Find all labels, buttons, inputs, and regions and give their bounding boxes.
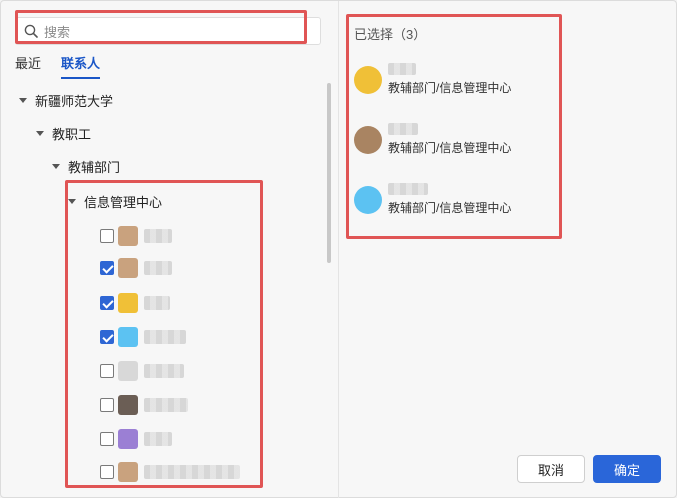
tree-label-department: 教辅部门	[68, 159, 121, 175]
avatar	[118, 395, 138, 415]
tree-label-center: 信息管理中心	[84, 194, 163, 210]
avatar	[118, 226, 138, 246]
contact-checkbox[interactable]	[100, 432, 114, 446]
selected-item[interactable]: 教辅部门/信息管理中心	[354, 183, 511, 216]
contact-name-blurred	[144, 261, 172, 275]
caret-down-icon[interactable]	[36, 130, 44, 136]
contact-checkbox[interactable]	[100, 229, 114, 243]
selected-dept: 教辅部门/信息管理中心	[388, 201, 512, 215]
search-input[interactable]	[44, 22, 314, 42]
selected-name-blurred	[388, 183, 428, 195]
tree-node-department[interactable]: 教辅部门	[52, 157, 120, 175]
tree-node-university[interactable]: 新疆师范大学	[19, 91, 113, 109]
panel-divider	[338, 1, 339, 498]
tab-contacts[interactable]: 联系人	[61, 57, 101, 79]
avatar	[118, 258, 138, 278]
contact-checkbox[interactable]	[100, 465, 114, 479]
avatar	[118, 361, 138, 381]
contact-row[interactable]	[100, 292, 170, 314]
selected-title: 已选择（3）	[354, 27, 427, 42]
contact-name-blurred	[144, 432, 172, 446]
avatar	[354, 185, 382, 214]
contact-name-blurred	[144, 364, 184, 378]
contact-row[interactable]	[100, 225, 172, 247]
contact-checkbox[interactable]	[100, 296, 114, 310]
selected-item[interactable]: 教辅部门/信息管理中心	[354, 123, 511, 156]
contact-row[interactable]	[100, 428, 172, 450]
scrollbar-thumb[interactable]	[327, 83, 331, 263]
selected-dept: 教辅部门/信息管理中心	[388, 81, 512, 95]
tabs: 最近 联系人	[15, 57, 120, 79]
contact-checkbox[interactable]	[100, 398, 114, 412]
avatar	[118, 327, 138, 347]
contact-row[interactable]	[100, 394, 188, 416]
search-box[interactable]	[15, 17, 321, 45]
ok-button[interactable]: 确定	[593, 455, 661, 483]
contact-name-blurred	[144, 229, 172, 243]
selected-item[interactable]: 教辅部门/信息管理中心	[354, 63, 511, 96]
selected-name-blurred	[388, 63, 416, 75]
avatar	[354, 65, 382, 94]
contact-checkbox[interactable]	[100, 261, 114, 275]
tab-recent[interactable]: 最近	[15, 57, 41, 79]
contact-row[interactable]	[100, 360, 184, 382]
contact-checkbox[interactable]	[100, 330, 114, 344]
contact-row[interactable]	[100, 326, 186, 348]
selected-name-blurred	[388, 123, 418, 135]
contact-name-blurred	[144, 398, 188, 412]
avatar	[118, 293, 138, 313]
contact-row[interactable]	[100, 461, 240, 483]
caret-down-icon[interactable]	[68, 198, 76, 204]
select-contacts-dialog: 最近 联系人 新疆师范大学 教职工 教辅部门 信息管理中心	[0, 0, 677, 498]
cancel-button[interactable]: 取消	[517, 455, 585, 483]
caret-down-icon[interactable]	[52, 163, 60, 169]
selected-dept: 教辅部门/信息管理中心	[388, 141, 512, 155]
avatar	[354, 125, 382, 154]
contact-row[interactable]	[100, 257, 172, 279]
contact-name-blurred	[144, 296, 170, 310]
tree-label-university: 新疆师范大学	[35, 93, 114, 109]
search-icon	[24, 24, 38, 38]
contact-checkbox[interactable]	[100, 364, 114, 378]
contact-name-blurred	[144, 465, 240, 479]
avatar	[118, 462, 138, 482]
caret-down-icon[interactable]	[19, 97, 27, 103]
tree-node-center[interactable]: 信息管理中心	[68, 192, 162, 210]
avatar	[118, 429, 138, 449]
tree-label-staff: 教职工	[52, 126, 92, 142]
tree-node-staff[interactable]: 教职工	[36, 124, 91, 142]
contact-name-blurred	[144, 330, 186, 344]
